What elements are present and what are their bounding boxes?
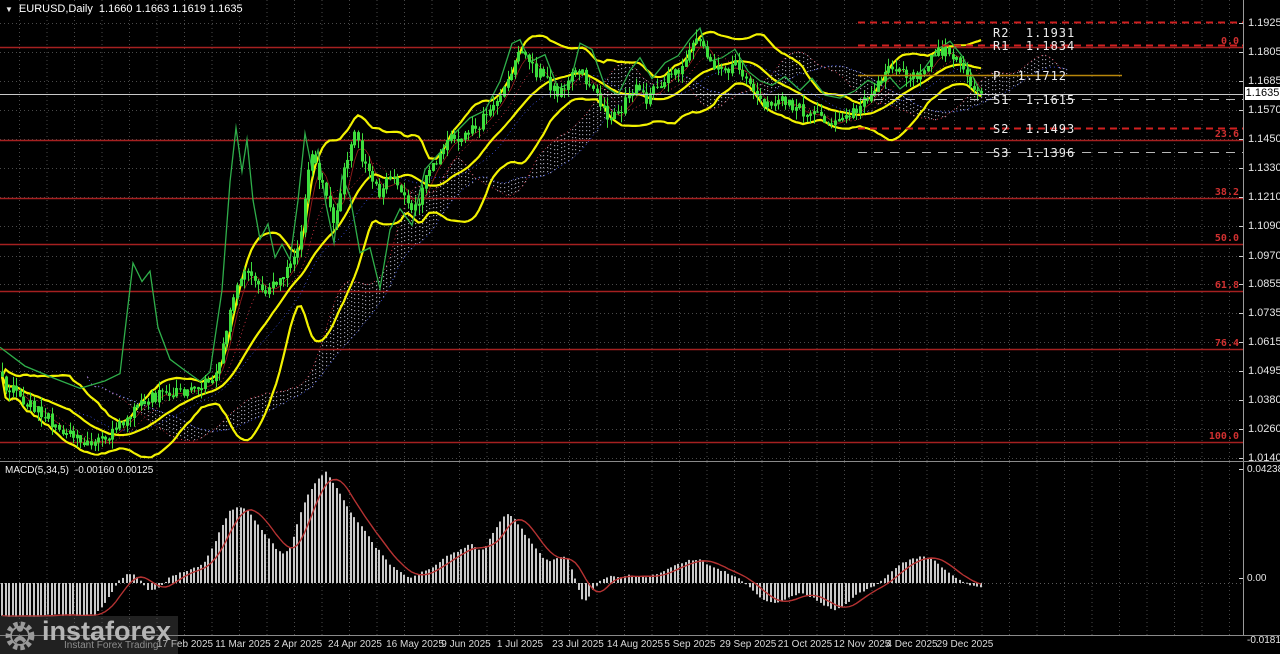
price-axis-tick (1239, 168, 1243, 169)
macd-indicator-label: MACD(5,34,5) -0.00160 0.00125 (5, 465, 153, 476)
price-axis-tick (1239, 284, 1243, 285)
price-axis-label: 1.0855 (1248, 279, 1280, 290)
symbol-period-label: EURUSD,Daily (19, 3, 93, 15)
logo-tagline-text: Instant Forex Trading (42, 641, 171, 651)
date-axis-label: 11 Mar 2025 (215, 639, 270, 650)
date-axis-label: 21 Oct 2025 (778, 639, 832, 650)
date-axis-label: 12 Nov 2025 (834, 639, 891, 650)
price-chart-canvas[interactable] (0, 0, 1280, 462)
date-axis-label: 1 Jul 2025 (497, 639, 543, 650)
pivot-label-r2: R2 1.1931 (993, 26, 1075, 40)
price-axis-label: 1.1330 (1248, 163, 1280, 174)
instaforex-gear-icon (2, 617, 38, 653)
date-axis-label: 29 Dec 2025 (937, 639, 994, 650)
macd-name: MACD(5,34,5) (5, 465, 69, 476)
price-axis-tick (1239, 81, 1243, 82)
date-axis-label: 14 Aug 2025 (607, 639, 663, 650)
price-axis-label: 1.1090 (1248, 221, 1280, 232)
price-axis-label: 1.0970 (1248, 251, 1280, 262)
price-axis-tick (1239, 371, 1243, 372)
date-axis-label: 23 Jul 2025 (552, 639, 604, 650)
macd-axis-tick (1239, 578, 1243, 579)
price-axis-tick (1239, 52, 1243, 53)
price-axis-label: 1.1570 (1248, 105, 1280, 116)
pivot-label-s3: S3 1.1396 (993, 146, 1075, 160)
current-price-badge: 1.1635 (1245, 87, 1280, 100)
price-axis-tick (1239, 458, 1243, 459)
macd-axis-tick (1239, 469, 1243, 470)
price-axis-label: 1.0735 (1248, 308, 1280, 319)
price-axis-label: 1.1210 (1248, 192, 1280, 203)
fib-label-50-0: 50.0 (1215, 233, 1239, 244)
mt4-chart-window: ▼ EURUSD,Daily 1.1660 1.1663 1.1619 1.16… (0, 0, 1280, 654)
price-axis-tick (1239, 139, 1243, 140)
fib-label-38-2: 38.2 (1215, 187, 1239, 198)
pivot-label-r1: R1 1.1834 (993, 39, 1075, 53)
fib-label-23-6: 23.6 (1215, 129, 1239, 140)
price-axis-label: 1.1805 (1248, 47, 1280, 58)
macd-axis-label: 0.04238 (1247, 464, 1280, 475)
fib-label-0-0: 0.0 (1221, 36, 1239, 47)
price-axis-label: 1.0260 (1248, 424, 1280, 435)
macd-axis-label: -0.01819 (1247, 635, 1280, 646)
price-axis-label: 1.0615 (1248, 337, 1280, 348)
price-axis-tick (1239, 110, 1243, 111)
price-axis-label: 1.1925 (1248, 18, 1280, 29)
date-axis-label: 4 Dec 2025 (886, 639, 937, 650)
price-axis-tick (1239, 23, 1243, 24)
date-axis-label: 16 May 2025 (386, 639, 444, 650)
price-axis-tick (1239, 429, 1243, 430)
price-axis-tick (1239, 256, 1243, 257)
price-axis-tick (1239, 342, 1243, 343)
price-axis-label: 1.0495 (1248, 366, 1280, 377)
price-axis-tick (1239, 226, 1243, 227)
symbol-dropdown-icon[interactable]: ▼ (5, 5, 13, 14)
instaforex-watermark: instaforex Instant Forex Trading (0, 616, 178, 654)
ohlc-values: 1.1660 1.1663 1.1619 1.1635 (99, 3, 243, 15)
price-axis-tick (1239, 313, 1243, 314)
pivot-label-p: P 1.1712 (993, 69, 1067, 83)
panel-separator[interactable] (0, 461, 1280, 462)
pivot-label-s2: S2 1.1493 (993, 122, 1075, 136)
date-axis-label: 29 Sep 2025 (720, 639, 777, 650)
price-axis-tick (1239, 400, 1243, 401)
price-axis-label: 1.1685 (1248, 76, 1280, 87)
date-axis: 17 Feb 202511 Mar 20252 Apr 202524 Apr 2… (0, 636, 1280, 654)
fib-label-61-8: 61.8 (1215, 280, 1239, 291)
fib-label-100-0: 100.0 (1209, 431, 1239, 442)
price-axis-label: 1.0140 (1248, 453, 1280, 464)
chart-titlebar: ▼ EURUSD,Daily 1.1660 1.1663 1.1619 1.16… (5, 3, 243, 15)
date-axis-label: 24 Apr 2025 (328, 639, 382, 650)
pivot-label-s1: S1 1.1615 (993, 93, 1075, 107)
price-axis-tick (1239, 197, 1243, 198)
price-axis-label: 1.0380 (1248, 395, 1280, 406)
date-axis-label: 9 Jun 2025 (441, 639, 491, 650)
date-axis-label: 5 Sep 2025 (664, 639, 715, 650)
date-axis-label: 2 Apr 2025 (274, 639, 322, 650)
macd-indicator-canvas[interactable] (0, 462, 1280, 636)
macd-current-values: -0.00160 0.00125 (75, 465, 153, 476)
macd-axis-label: 0.00 (1247, 573, 1266, 584)
price-axis-label: 1.1450 (1248, 134, 1280, 145)
fib-label-76-4: 76.4 (1215, 338, 1239, 349)
axis-border-line (1243, 0, 1244, 654)
